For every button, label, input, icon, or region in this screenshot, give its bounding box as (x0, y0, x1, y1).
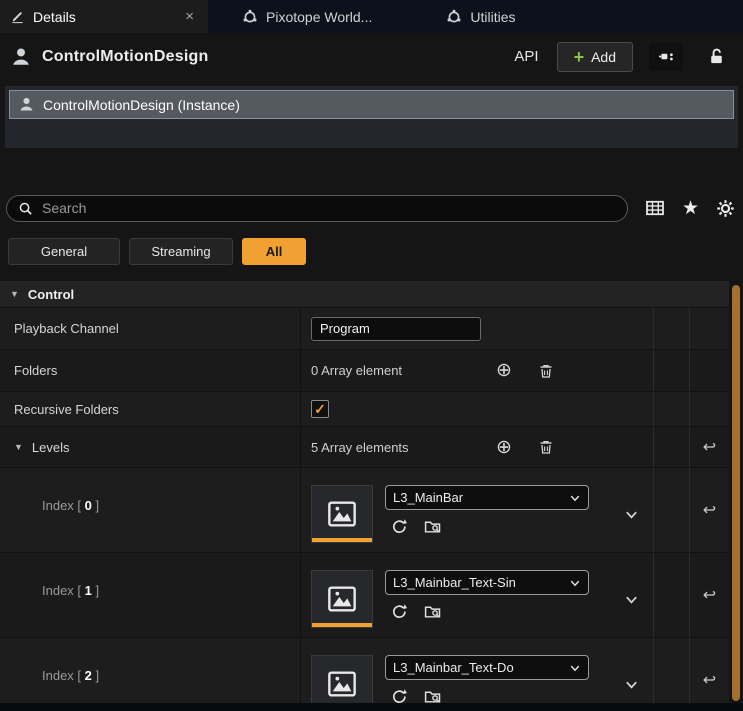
recursive-folders-label: Recursive Folders (14, 402, 119, 417)
details-panel-window: Details × Pixotope World... Utilities Co… (0, 0, 743, 711)
property-grid: ▼ Control Playback Channel Program Folde… (0, 281, 729, 711)
instance-row[interactable]: ControlMotionDesign (Instance) (9, 90, 734, 119)
use-selected-asset-icon[interactable] (390, 518, 407, 535)
index-label: Index [ 2 ] (42, 668, 99, 683)
row-playback-channel: Playback Channel Program (0, 308, 729, 350)
reset-to-default-icon[interactable]: ↩ (703, 437, 716, 457)
caret-down-icon: ▼ (10, 289, 19, 299)
bottom-edge-bar (0, 703, 743, 711)
lock-icon[interactable] (699, 43, 733, 71)
recursive-folders-checkbox[interactable]: ✓ (311, 400, 329, 418)
vertical-scrollbar[interactable] (730, 281, 742, 703)
expand-element-chevron-icon[interactable] (624, 677, 639, 692)
add-button[interactable]: + Add (557, 42, 633, 72)
page-title: ControlMotionDesign (42, 48, 208, 66)
pixotope-logo-icon (242, 9, 258, 25)
scrollbar-thumb[interactable] (732, 285, 740, 701)
index-label: Index [ 0 ] (42, 498, 99, 513)
folders-count: 0 Array element (311, 363, 496, 378)
tab-close-icon[interactable]: × (181, 8, 198, 25)
browse-to-asset-icon[interactable] (424, 518, 441, 535)
chevron-down-icon (569, 492, 581, 504)
tab-utilities[interactable]: Utilities (430, 0, 531, 33)
chevron-down-icon (569, 577, 581, 589)
levels-count: 5 Array elements (311, 440, 496, 455)
api-button[interactable]: API (506, 44, 546, 69)
chevron-down-icon (569, 662, 581, 674)
index-label: Index [ 1 ] (42, 583, 99, 598)
details-icon (10, 9, 25, 24)
expand-element-chevron-icon[interactable] (624, 592, 639, 607)
panel-header: ControlMotionDesign API + Add (0, 33, 743, 80)
tab-bar: Details × Pixotope World... Utilities (0, 0, 743, 33)
thumbnail-accent-bar (312, 623, 372, 627)
folders-label: Folders (14, 363, 57, 378)
tab-pixotope-world[interactable]: Pixotope World... (226, 0, 388, 33)
row-levels: ▼ Levels 5 Array elements ⊕ ↩ (0, 427, 729, 468)
filter-general-button[interactable]: General (8, 238, 120, 265)
blueprint-node-button[interactable] (649, 43, 683, 71)
levels-label: Levels (32, 440, 70, 455)
pixotope-logo-icon (446, 9, 462, 25)
plus-icon: + (574, 48, 585, 66)
row-folders: Folders 0 Array element ⊕ (0, 350, 729, 392)
add-element-icon[interactable]: ⊕ (496, 361, 512, 380)
column-view-icon[interactable] (645, 198, 665, 218)
level-thumbnail[interactable] (311, 570, 373, 628)
caret-down-icon[interactable]: ▼ (14, 442, 23, 452)
row-level-index-2: Index [ 2 ] L3_Mainbar_Text-Do (0, 638, 729, 711)
filter-row: General Streaming All (8, 238, 743, 265)
search-row: ★ (6, 194, 735, 222)
reset-to-default-icon[interactable]: ↩ (703, 585, 716, 605)
level-asset-dropdown[interactable]: L3_Mainbar_Text-Do (385, 655, 589, 680)
search-icon (18, 201, 33, 216)
playback-channel-label: Playback Channel (14, 321, 119, 336)
actor-icon (18, 96, 35, 113)
use-selected-asset-icon[interactable] (390, 603, 407, 620)
playback-channel-input[interactable]: Program (311, 317, 481, 341)
check-icon: ✓ (314, 402, 326, 416)
reset-to-default-icon[interactable]: ↩ (703, 670, 716, 690)
trash-icon[interactable] (538, 363, 554, 379)
search-input[interactable] (42, 200, 616, 216)
tab-details[interactable]: Details × (0, 0, 208, 33)
filter-all-button[interactable]: All (242, 238, 306, 265)
level-asset-dropdown[interactable]: L3_MainBar (385, 485, 589, 510)
reset-to-default-icon[interactable]: ↩ (703, 500, 716, 520)
tab-pixotope-world-label: Pixotope World... (266, 9, 372, 25)
section-control-label: Control (28, 287, 74, 302)
row-level-index-1: Index [ 1 ] L3_Mainbar_Text-Sin (0, 553, 729, 638)
favorites-icon[interactable]: ★ (682, 199, 699, 218)
filter-streaming-button[interactable]: Streaming (129, 238, 233, 265)
browse-to-asset-icon[interactable] (424, 603, 441, 620)
thumbnail-accent-bar (312, 538, 372, 542)
add-element-icon[interactable]: ⊕ (496, 438, 512, 457)
gear-icon[interactable] (716, 199, 735, 218)
instance-list: ControlMotionDesign (Instance) (5, 86, 738, 148)
tab-utilities-label: Utilities (470, 9, 515, 25)
add-button-label: Add (591, 49, 616, 65)
level-asset-dropdown[interactable]: L3_Mainbar_Text-Sin (385, 570, 589, 595)
row-recursive-folders: Recursive Folders ✓ (0, 392, 729, 427)
section-control[interactable]: ▼ Control (0, 281, 729, 308)
level-thumbnail[interactable] (311, 485, 373, 543)
search-box[interactable] (6, 195, 628, 222)
trash-icon[interactable] (538, 439, 554, 455)
row-level-index-0: Index [ 0 ] L3_MainBar (0, 468, 729, 553)
actor-icon (10, 46, 32, 68)
instance-label: ControlMotionDesign (Instance) (43, 97, 240, 113)
expand-element-chevron-icon[interactable] (624, 507, 639, 522)
tab-details-label: Details (33, 9, 173, 25)
